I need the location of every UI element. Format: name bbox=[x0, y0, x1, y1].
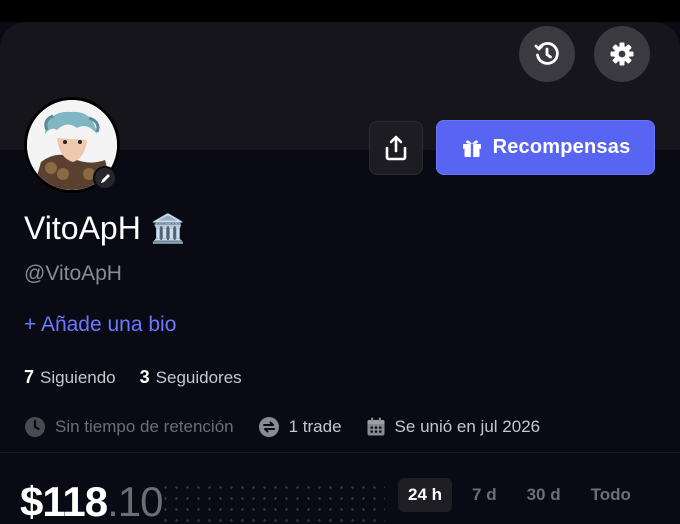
range-tab-24h[interactable]: 24 h bbox=[398, 478, 453, 512]
profile-screen: Recompensas VitoApH 🏛️ @VitoApH + Añade … bbox=[0, 0, 680, 524]
range-tab-all[interactable]: Todo bbox=[581, 478, 641, 512]
user-handle: @VitoApH bbox=[24, 262, 122, 285]
history-icon bbox=[534, 42, 559, 65]
following-count: 7 bbox=[24, 367, 35, 387]
swap-icon bbox=[258, 417, 279, 437]
profile-meta: Sin tiempo de retención 1 trade Se unió … bbox=[24, 416, 564, 438]
range-tab-7d[interactable]: 7 d bbox=[462, 478, 507, 512]
edit-avatar-button[interactable] bbox=[93, 166, 117, 190]
follow-stats: 7 Siguiendo 3 Seguidores bbox=[24, 367, 242, 388]
followers-link[interactable]: 3 Seguidores bbox=[140, 367, 242, 388]
display-name-row: VitoApH 🏛️ bbox=[24, 210, 186, 247]
retention-info: Sin tiempo de retención bbox=[24, 416, 234, 438]
pencil-icon bbox=[100, 173, 110, 183]
trades-info: 1 trade bbox=[258, 416, 342, 438]
share-icon bbox=[385, 135, 407, 161]
trades-text: 1 trade bbox=[288, 417, 342, 436]
display-name: VitoApH bbox=[24, 210, 141, 246]
portfolio-value-main: $118 bbox=[20, 478, 108, 524]
gift-icon bbox=[462, 139, 481, 157]
followers-label: Seguidores bbox=[155, 368, 242, 387]
bank-badge-icon: 🏛️ bbox=[150, 213, 186, 244]
clock-icon bbox=[25, 417, 45, 437]
range-tab-30d[interactable]: 30 d bbox=[517, 478, 571, 512]
followers-count: 3 bbox=[139, 367, 150, 387]
top-bar bbox=[0, 0, 680, 22]
settings-button[interactable] bbox=[594, 26, 650, 82]
joined-text: Se unió en jul 2026 bbox=[394, 417, 541, 436]
following-label: Siguiendo bbox=[40, 368, 116, 387]
history-button[interactable] bbox=[519, 26, 575, 82]
portfolio-value: $118.10 bbox=[20, 478, 164, 524]
add-bio-link[interactable]: + Añade una bio bbox=[24, 313, 176, 337]
joined-info: Se unió en jul 2026 bbox=[366, 417, 541, 437]
share-button[interactable] bbox=[369, 121, 423, 175]
rewards-label: Recompensas bbox=[492, 136, 631, 158]
section-divider bbox=[0, 452, 680, 453]
retention-text: Sin tiempo de retención bbox=[55, 417, 234, 436]
calendar-icon bbox=[367, 417, 385, 436]
following-link[interactable]: 7 Siguiendo bbox=[24, 367, 116, 388]
portfolio-value-cents: .10 bbox=[107, 478, 163, 524]
range-tabs: 24 h 7 d 30 d Todo bbox=[398, 478, 641, 512]
rewards-button[interactable]: Recompensas bbox=[436, 120, 655, 175]
chart-dot-grid bbox=[160, 482, 385, 524]
gear-icon bbox=[610, 42, 634, 66]
